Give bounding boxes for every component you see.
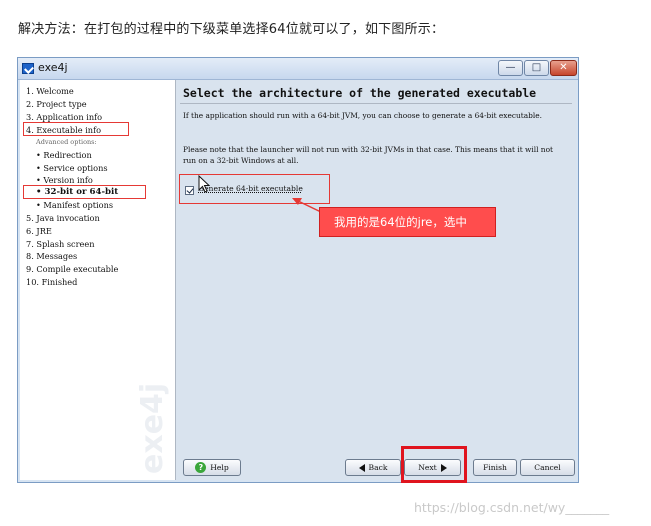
next-button-highlight: [401, 446, 467, 483]
window-title: exe4j: [38, 61, 68, 74]
help-button-label: Help: [210, 463, 229, 472]
step-java-invocation[interactable]: 5. Java invocation: [26, 212, 100, 224]
step-project-type[interactable]: 2. Project type: [26, 98, 87, 110]
finish-button[interactable]: Finish: [473, 459, 517, 476]
cancel-button-label: Cancel: [534, 463, 561, 472]
step-redirection[interactable]: • Redirection: [36, 149, 92, 161]
back-arrow-icon: [358, 463, 365, 472]
title-bar[interactable]: exe4j — □ ✕: [18, 58, 578, 80]
source-url-watermark: https://blog.csdn.net/wy_______: [414, 500, 610, 515]
step-compile-executable[interactable]: 9. Compile executable: [26, 263, 118, 275]
step-service-options[interactable]: • Service options: [36, 162, 108, 174]
description-paragraph-2: Please note that the launcher will not r…: [183, 145, 553, 165]
description-paragraph-1: If the application should run with a 64-…: [183, 111, 542, 120]
back-button-label: Back: [368, 463, 388, 472]
instruction-caption: 解决方法：在打包的过程中的下级菜单选择64位就可以了，如下图所示：: [18, 22, 445, 37]
exe4j-app-icon: [22, 63, 34, 74]
step-welcome[interactable]: 1. Welcome: [26, 85, 74, 97]
advanced-options-label: Advanced options:: [36, 138, 97, 146]
help-icon: ?: [195, 462, 207, 473]
minimize-button[interactable]: —: [498, 60, 523, 76]
step-splash-screen[interactable]: 7. Splash screen: [26, 238, 95, 250]
maximize-button[interactable]: □: [524, 60, 549, 76]
heading-divider: [180, 103, 572, 104]
step-manifest-options[interactable]: • Manifest options: [36, 199, 113, 211]
wizard-content: Select the architecture of the generated…: [176, 80, 576, 480]
finish-button-label: Finish: [483, 463, 507, 472]
exe4j-window: exe4j — □ ✕ 1. Welcome 2. Project type 3…: [17, 57, 579, 483]
32-64-bit-highlight: [23, 185, 146, 199]
executable-info-highlight: [23, 122, 129, 136]
step-finished[interactable]: 10. Finished: [26, 276, 77, 288]
page-title: Select the architecture of the generated…: [183, 86, 537, 100]
close-button[interactable]: ✕: [550, 60, 577, 76]
step-jre[interactable]: 6. JRE: [26, 225, 52, 237]
cancel-button[interactable]: Cancel: [520, 459, 575, 476]
wizard-steps-sidebar: 1. Welcome 2. Project type 3. Applicatio…: [20, 80, 176, 480]
step-messages[interactable]: 8. Messages: [26, 250, 77, 262]
wizard-body: 1. Welcome 2. Project type 3. Applicatio…: [20, 80, 576, 480]
back-button[interactable]: Back: [345, 459, 401, 476]
help-button[interactable]: ? Help: [183, 459, 241, 476]
annotation-callout: 我用的是64位的jre，选中: [319, 207, 496, 237]
exe4j-watermark: exe4j: [135, 382, 170, 474]
